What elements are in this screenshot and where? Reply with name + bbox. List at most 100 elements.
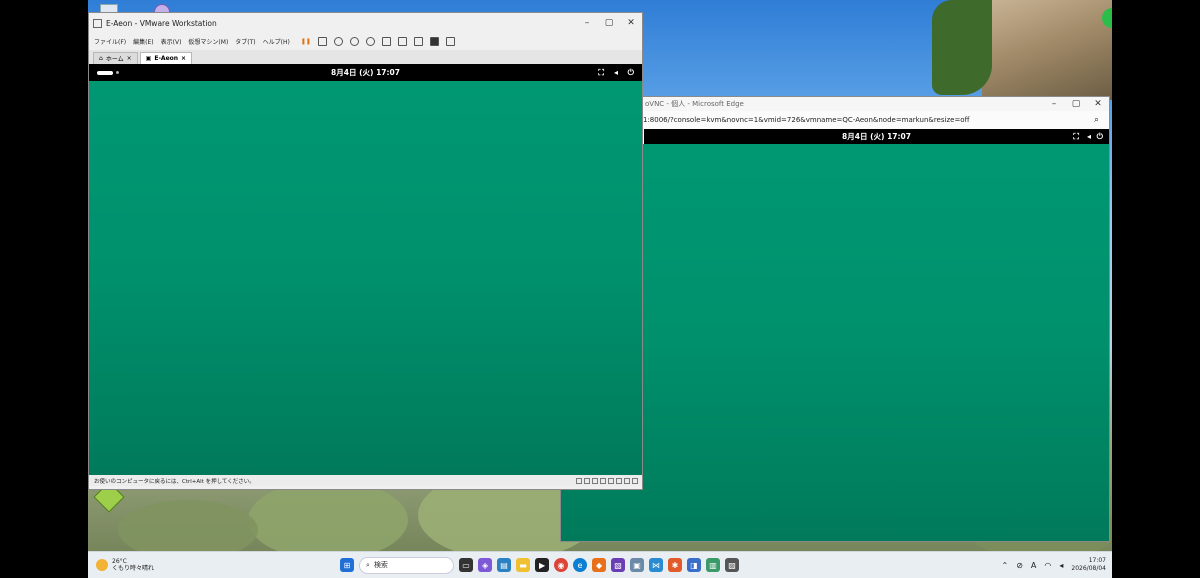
taskbar: 26°C くもり時々晴れ ⊞ ⌕ 検索 ▭ ◈ ▤ ▬ ▶ ◉ e ◆ ▧ ▣ … xyxy=(88,551,1112,578)
maximize-button[interactable]: ▢ xyxy=(1065,99,1087,109)
app-icon[interactable]: ◨ xyxy=(687,558,702,572)
app-icon[interactable]: ◆ xyxy=(592,558,607,572)
guest-topbar: 8月4日 (火) 17:07 ⛶ ◂ ⏻ xyxy=(644,129,1109,144)
network-off-icon[interactable]: ⊘ xyxy=(1016,561,1023,570)
close-button[interactable]: ✕ xyxy=(1087,99,1109,109)
clock-time: 17:07 xyxy=(1088,557,1106,564)
tab-e-aeon[interactable]: ▣ E-Aeon × xyxy=(139,52,193,64)
network-icon[interactable]: ⛶ xyxy=(1073,132,1079,142)
snapshot-manager-icon[interactable] xyxy=(365,37,375,46)
power-icon[interactable]: ⏻ xyxy=(1097,132,1103,142)
terminal-icon[interactable]: ▶ xyxy=(535,558,550,572)
status-text: お使いのコンピュータに戻るには、Ctrl+Alt を押してください。 xyxy=(94,478,255,485)
minimize-button[interactable]: – xyxy=(576,18,598,28)
guest-clock: 8月4日 (火) 17:07 xyxy=(331,68,400,77)
stretch-icon[interactable] xyxy=(445,37,455,46)
vmware-statusbar: お使いのコンピュータに戻るには、Ctrl+Alt を押してください。 xyxy=(89,475,642,486)
search-placeholder: 検索 xyxy=(373,561,388,569)
power-icon[interactable]: ⏻ xyxy=(628,68,634,78)
system-tray: ⌃ ⊘ A ◠ ◂ 17:07 2026/08/04 xyxy=(1002,557,1112,573)
volume-icon[interactable]: ◂ xyxy=(614,68,618,77)
weather-icon xyxy=(96,559,108,571)
search-icon[interactable]: ⌕ xyxy=(1094,115,1099,125)
app-icon[interactable]: ▧ xyxy=(611,558,626,572)
vscode-icon[interactable]: ⋈ xyxy=(649,558,664,572)
volume-icon[interactable]: ◂ xyxy=(1059,561,1063,570)
edge-icon[interactable]: e xyxy=(573,558,588,572)
vmware-tabbar: ⌂ ホーム × ▣ E-Aeon × xyxy=(89,50,642,64)
menu-edit[interactable]: 編集(E) xyxy=(133,37,153,46)
guest-clock: 8月4日 (火) 17:07 xyxy=(842,132,911,141)
console-icon[interactable] xyxy=(429,37,439,46)
sound-icon[interactable] xyxy=(608,477,614,484)
vm-guest-desktop[interactable] xyxy=(89,81,642,475)
remote-desktop-icon[interactable]: ▤ xyxy=(497,558,512,572)
sidebar-toggle-icon[interactable] xyxy=(381,37,391,46)
send-ctrl-alt-del-icon[interactable] xyxy=(317,37,327,46)
weather-widget[interactable]: 26°C くもり時々晴れ xyxy=(96,558,154,572)
usb-icon[interactable] xyxy=(600,477,606,484)
network-icon[interactable]: ⛶ xyxy=(598,68,604,78)
copilot-icon[interactable]: ◈ xyxy=(478,558,493,572)
bush-scenery xyxy=(248,480,408,560)
hdd-icon[interactable] xyxy=(576,477,582,484)
revert-snapshot-icon[interactable] xyxy=(349,37,359,46)
activities-indicator[interactable] xyxy=(97,70,113,75)
menu-help[interactable]: ヘルプ(H) xyxy=(263,37,290,46)
weather-temp: 26°C xyxy=(112,558,127,565)
workspace-dot xyxy=(116,71,119,74)
menu-view[interactable]: 表示(V) xyxy=(161,37,182,46)
fullscreen-icon[interactable] xyxy=(413,37,423,46)
clock[interactable]: 17:07 2026/08/04 xyxy=(1071,557,1106,573)
snapshot-icon[interactable] xyxy=(333,37,343,46)
tab-e-aeon-label: E-Aeon xyxy=(154,55,179,62)
maximize-button[interactable]: ▢ xyxy=(598,18,620,28)
menu-tab[interactable]: タブ(T) xyxy=(235,37,255,46)
message-icon[interactable] xyxy=(632,477,638,484)
search-box[interactable]: ⌕ 検索 xyxy=(359,556,455,574)
address-bar[interactable]: 1:8006/?console=kvm&novnc=1&vmid=726&vmn… xyxy=(561,111,1109,129)
vnc-guest-desktop[interactable] xyxy=(561,144,1109,541)
pause-icon[interactable]: ❚❚ xyxy=(301,38,311,45)
device-icons xyxy=(576,477,642,484)
tab-home[interactable]: ⌂ ホーム × xyxy=(93,52,138,64)
wifi-icon[interactable]: ◠ xyxy=(1044,561,1051,570)
app-icon[interactable]: ▥ xyxy=(706,558,721,572)
cd-icon[interactable] xyxy=(584,477,590,484)
file-explorer-icon[interactable]: ▬ xyxy=(516,558,531,572)
vm-icon: ▣ xyxy=(145,55,152,62)
volume-icon[interactable]: ◂ xyxy=(1087,132,1091,141)
vmware-titlebar: E-Aeon - VMware Workstation – ▢ ✕ xyxy=(89,13,642,33)
menu-vm[interactable]: 仮想マシン(M) xyxy=(188,37,228,46)
address-url[interactable]: 1:8006/?console=kvm&novnc=1&vmid=726&vmn… xyxy=(643,116,969,124)
search-icon: ⌕ xyxy=(366,560,370,569)
printer-icon[interactable] xyxy=(616,477,622,484)
edge-title: oVNC - 個人 - Microsoft Edge xyxy=(645,100,744,108)
start-icon[interactable]: ⊞ xyxy=(340,558,355,572)
app-icon[interactable]: ▨ xyxy=(725,558,740,572)
vmware-logo-icon xyxy=(93,18,102,28)
tree-scenery xyxy=(932,0,992,95)
ime-indicator[interactable]: A xyxy=(1031,561,1036,570)
vmware-menubar: ファイル(F) 編集(E) 表示(V) 仮想マシン(M) タブ(T) ヘルプ(H… xyxy=(89,33,642,50)
minimize-button[interactable]: – xyxy=(1043,99,1065,109)
edge-titlebar: oVNC - 個人 - Microsoft Edge – ▢ ✕ xyxy=(561,97,1109,111)
chrome-icon[interactable]: ◉ xyxy=(554,558,569,572)
display-icon[interactable] xyxy=(624,477,630,484)
thumbnail-icon[interactable] xyxy=(397,37,407,46)
close-button[interactable]: ✕ xyxy=(620,18,642,28)
vmware-window[interactable]: E-Aeon - VMware Workstation – ▢ ✕ ファイル(F… xyxy=(88,12,643,490)
chevron-up-icon[interactable]: ⌃ xyxy=(1002,561,1009,570)
close-tab-icon[interactable]: × xyxy=(127,55,132,62)
network-adapter-icon[interactable] xyxy=(592,477,598,484)
guest-topbar: 8月4日 (火) 17:07 ⛶ ◂ ⏻ xyxy=(89,64,642,81)
vmware-taskbar-icon[interactable]: ▣ xyxy=(630,558,645,572)
clock-date: 2026/08/04 xyxy=(1071,565,1106,572)
app-icon[interactable]: ✱ xyxy=(668,558,683,572)
cliff-scenery xyxy=(982,0,1112,100)
task-view-icon[interactable]: ▭ xyxy=(459,558,474,572)
weather-desc: くもり時々晴れ xyxy=(112,565,155,572)
home-icon: ⌂ xyxy=(99,55,103,62)
close-tab-icon[interactable]: × xyxy=(181,55,186,62)
menu-file[interactable]: ファイル(F) xyxy=(94,37,126,46)
